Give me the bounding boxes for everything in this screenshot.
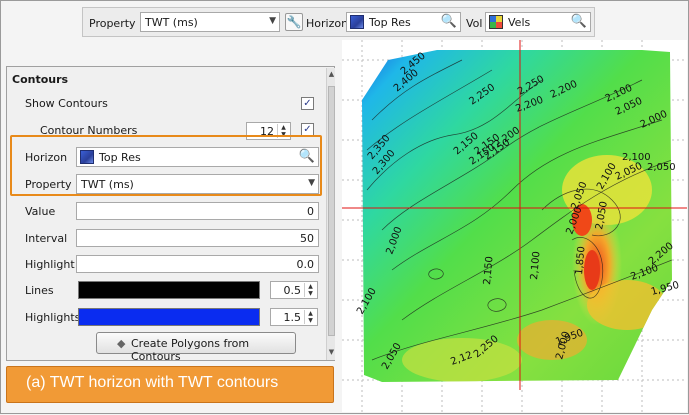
interval-input[interactable]: 50	[76, 229, 319, 247]
search-icon[interactable]: 🔍	[571, 14, 587, 29]
volume-icon	[489, 15, 503, 29]
horizon-picker-value: Top Res	[369, 16, 411, 29]
create-polygons-button[interactable]: ◆ Create Polygons from Contours	[96, 332, 296, 363]
spinner-arrows-icon[interactable]: ▲ ▼	[304, 283, 316, 297]
scrollbar-thumb[interactable]	[328, 86, 335, 336]
highlights-label: Highlights	[25, 311, 81, 324]
property-select[interactable]: TWT (ms) ▼	[140, 12, 280, 32]
lines-width-spinner[interactable]: 0.5 ▲ ▼	[270, 281, 318, 299]
value-input-text: 0	[307, 205, 314, 218]
caption-text: (a) TWT horizon with TWT contours	[26, 374, 279, 391]
highlight-input-text: 0.0	[296, 258, 315, 271]
highlight-input[interactable]: 0.0	[76, 255, 319, 273]
property-label: Property	[89, 17, 136, 30]
show-contours-checkbox[interactable]: ✓	[301, 97, 314, 110]
contours-panel: Contours Show Contours ✓ Contour Numbers…	[6, 66, 335, 361]
highlight-box	[10, 135, 322, 196]
highlights-width-value: 1.5	[283, 311, 302, 324]
scroll-up-icon[interactable]: ▲	[327, 70, 336, 78]
search-icon[interactable]: 🔍	[441, 14, 457, 29]
highlights-color-swatch[interactable]	[78, 308, 260, 326]
chevron-down-icon: ▼	[269, 16, 276, 26]
value-input[interactable]: 0	[76, 202, 319, 220]
contours-title: Contours	[12, 73, 69, 86]
horizon-icon	[350, 15, 364, 29]
wrench-icon[interactable]: 🔧	[285, 13, 303, 31]
show-contours-label: Show Contours	[25, 97, 108, 110]
horizon-label: Horizon	[306, 17, 349, 30]
vol-picker-value: Vels	[508, 16, 531, 29]
property-select-value: TWT (ms)	[145, 16, 198, 29]
figure-caption: (a) TWT horizon with TWT contours	[6, 366, 334, 403]
create-polygons-label: Create Polygons from Contours	[131, 337, 250, 363]
polygon-icon: ◆	[117, 337, 126, 350]
contour-label: 2,050	[647, 162, 676, 173]
panel-scrollbar[interactable]: ▲ ▼	[326, 68, 335, 360]
lines-color-swatch[interactable]	[78, 281, 260, 299]
vol-picker[interactable]: Vels 🔍	[485, 12, 591, 32]
interval-label: Interval	[25, 232, 68, 245]
toolbar: Property TWT (ms) ▼ 🔧 Horizon Top Res 🔍 …	[82, 7, 595, 37]
spinner-arrows-icon[interactable]: ▲ ▼	[304, 310, 316, 324]
vol-label: Vol	[466, 17, 483, 30]
highlight-label: Highlight	[25, 258, 75, 271]
contour-map[interactable]: 2,4502,4002,3502,3002,250 2,250 2,2002,200…	[342, 40, 687, 412]
scroll-down-icon[interactable]: ▼	[327, 348, 336, 356]
value-label: Value	[25, 205, 56, 218]
lines-label: Lines	[25, 284, 54, 297]
map-view[interactable]: 2,450 2,400 2,350 2,300 2,250 2,250 2,200 2,200…	[342, 40, 687, 412]
interval-input-text: 50	[300, 232, 314, 245]
horizon-picker[interactable]: Top Res 🔍	[346, 12, 461, 32]
highlights-width-spinner[interactable]: 1.5 ▲ ▼	[270, 308, 318, 326]
lines-width-value: 0.5	[283, 284, 302, 297]
